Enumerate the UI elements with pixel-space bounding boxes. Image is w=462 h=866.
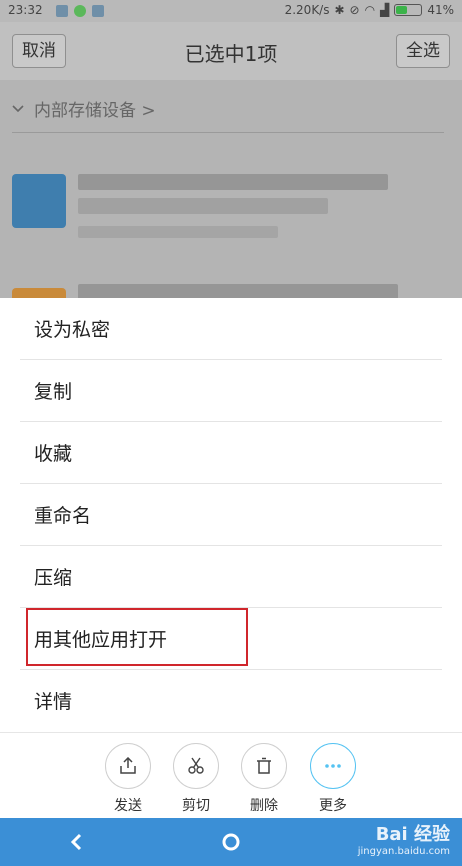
delete-label: 删除 (250, 798, 278, 814)
action-sheet: 设为私密 复制 收藏 重命名 压缩 用其他应用打开 详情 (0, 298, 462, 732)
wifi-icon: ◠ (364, 3, 376, 17)
send-button-circle (105, 743, 151, 789)
notification-icon (92, 5, 104, 17)
battery-icon (394, 4, 423, 16)
menu-item-label: 收藏 (34, 443, 73, 465)
watermark: Bai 经验 jingyan.baidu.com (358, 820, 450, 857)
blurred-file-name (78, 174, 388, 190)
share-icon (120, 757, 136, 774)
home-button[interactable] (217, 828, 245, 856)
delete-button-circle (241, 743, 287, 789)
bluetooth-icon: ✱ (334, 3, 345, 17)
send-label: 发送 (114, 798, 142, 814)
delete-button[interactable]: 删除 (234, 743, 294, 815)
status-time: 23:32 (8, 3, 43, 17)
battery-level (396, 6, 407, 14)
more-button-circle (310, 743, 356, 789)
menu-item-rename[interactable]: 重命名 (0, 484, 462, 546)
selection-header: 取消 已选中1项 全选 (0, 22, 462, 80)
menu-item-set-private[interactable]: 设为私密 (0, 298, 462, 360)
menu-item-label: 复制 (34, 381, 73, 403)
blurred-file-meta (78, 226, 278, 238)
silent-icon: ⊘ (349, 3, 360, 17)
wechat-icon (74, 5, 86, 17)
status-indicators: 2.20K/s ✱ ⊘ ◠ ▟ 41% (285, 3, 454, 17)
divider (12, 132, 444, 133)
file-thumbnail[interactable] (12, 174, 66, 228)
back-button[interactable] (62, 828, 90, 856)
cut-button[interactable]: 剪切 (166, 743, 226, 815)
bottom-action-bar: 发送 剪切 删除 更多 (0, 732, 462, 818)
menu-item-label: 详情 (34, 691, 73, 713)
menu-item-label: 压缩 (34, 567, 73, 589)
breadcrumb[interactable]: 内部存储设备 > (12, 96, 156, 121)
menu-item-copy[interactable]: 复制 (0, 360, 462, 422)
battery-percent: 41% (427, 3, 454, 17)
signal-icon: ▟ (380, 3, 390, 17)
network-speed: 2.20K/s (284, 3, 330, 17)
blurred-file-name (78, 198, 328, 214)
chevron-down-icon (12, 104, 24, 112)
home-icon (222, 833, 240, 851)
watermark-url: jingyan.baidu.com (357, 846, 450, 857)
more-button[interactable]: 更多 (303, 743, 363, 815)
cut-button-circle (173, 743, 219, 789)
scissors-icon (188, 757, 204, 774)
page-title: 已选中1项 (184, 42, 278, 66)
menu-item-label: 重命名 (34, 505, 92, 527)
send-button[interactable]: 发送 (98, 743, 158, 815)
menu-item-favorite[interactable]: 收藏 (0, 422, 462, 484)
more-label: 更多 (319, 798, 347, 814)
menu-item-open-with[interactable]: 用其他应用打开 (0, 608, 462, 670)
system-nav-bar: Bai 经验 jingyan.baidu.com (0, 818, 462, 866)
select-all-button[interactable]: 全选 (396, 34, 450, 68)
menu-item-label: 设为私密 (34, 319, 111, 341)
menu-item-compress[interactable]: 压缩 (0, 546, 462, 608)
notification-icon (56, 5, 68, 17)
breadcrumb-location: 内部存储设备 > (34, 101, 156, 121)
file-list-dimmed: 内部存储设备 > (0, 80, 462, 302)
back-icon (70, 833, 82, 851)
menu-item-label: 用其他应用打开 (34, 629, 168, 651)
trash-icon (257, 757, 271, 774)
status-bar: 23:32 2.20K/s ✱ ⊘ ◠ ▟ 41% (0, 0, 462, 22)
watermark-brand: Bai 经验 (375, 824, 450, 845)
menu-item-details[interactable]: 详情 (0, 670, 462, 732)
more-dots-icon (325, 764, 341, 768)
cut-label: 剪切 (182, 798, 210, 814)
